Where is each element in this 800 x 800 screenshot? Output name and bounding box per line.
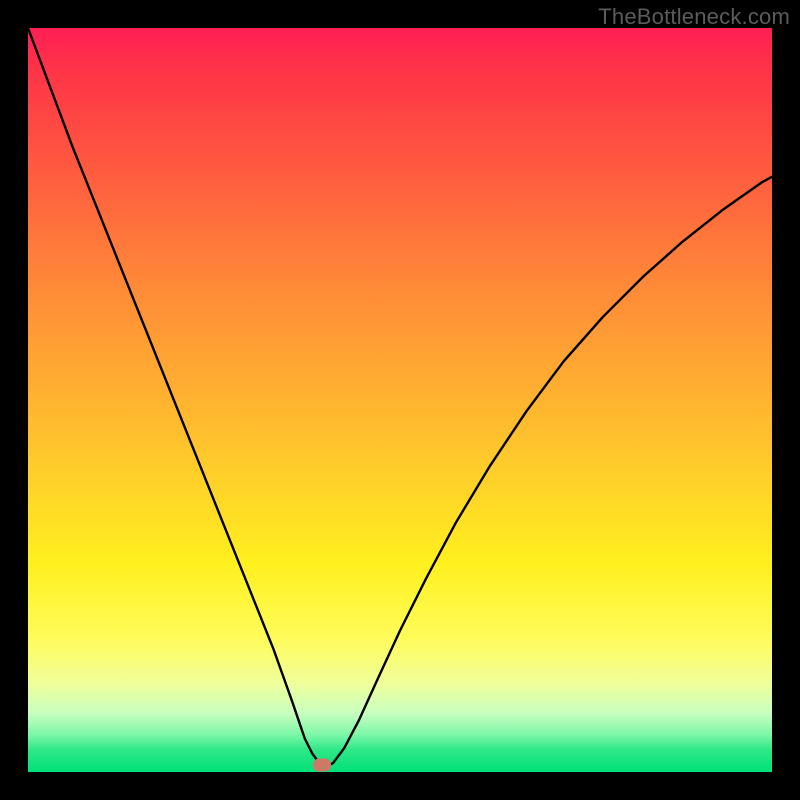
plot-background-gradient xyxy=(28,28,772,772)
optimum-marker xyxy=(313,759,331,772)
watermark-text: TheBottleneck.com xyxy=(598,4,790,30)
chart-frame: TheBottleneck.com xyxy=(0,0,800,800)
